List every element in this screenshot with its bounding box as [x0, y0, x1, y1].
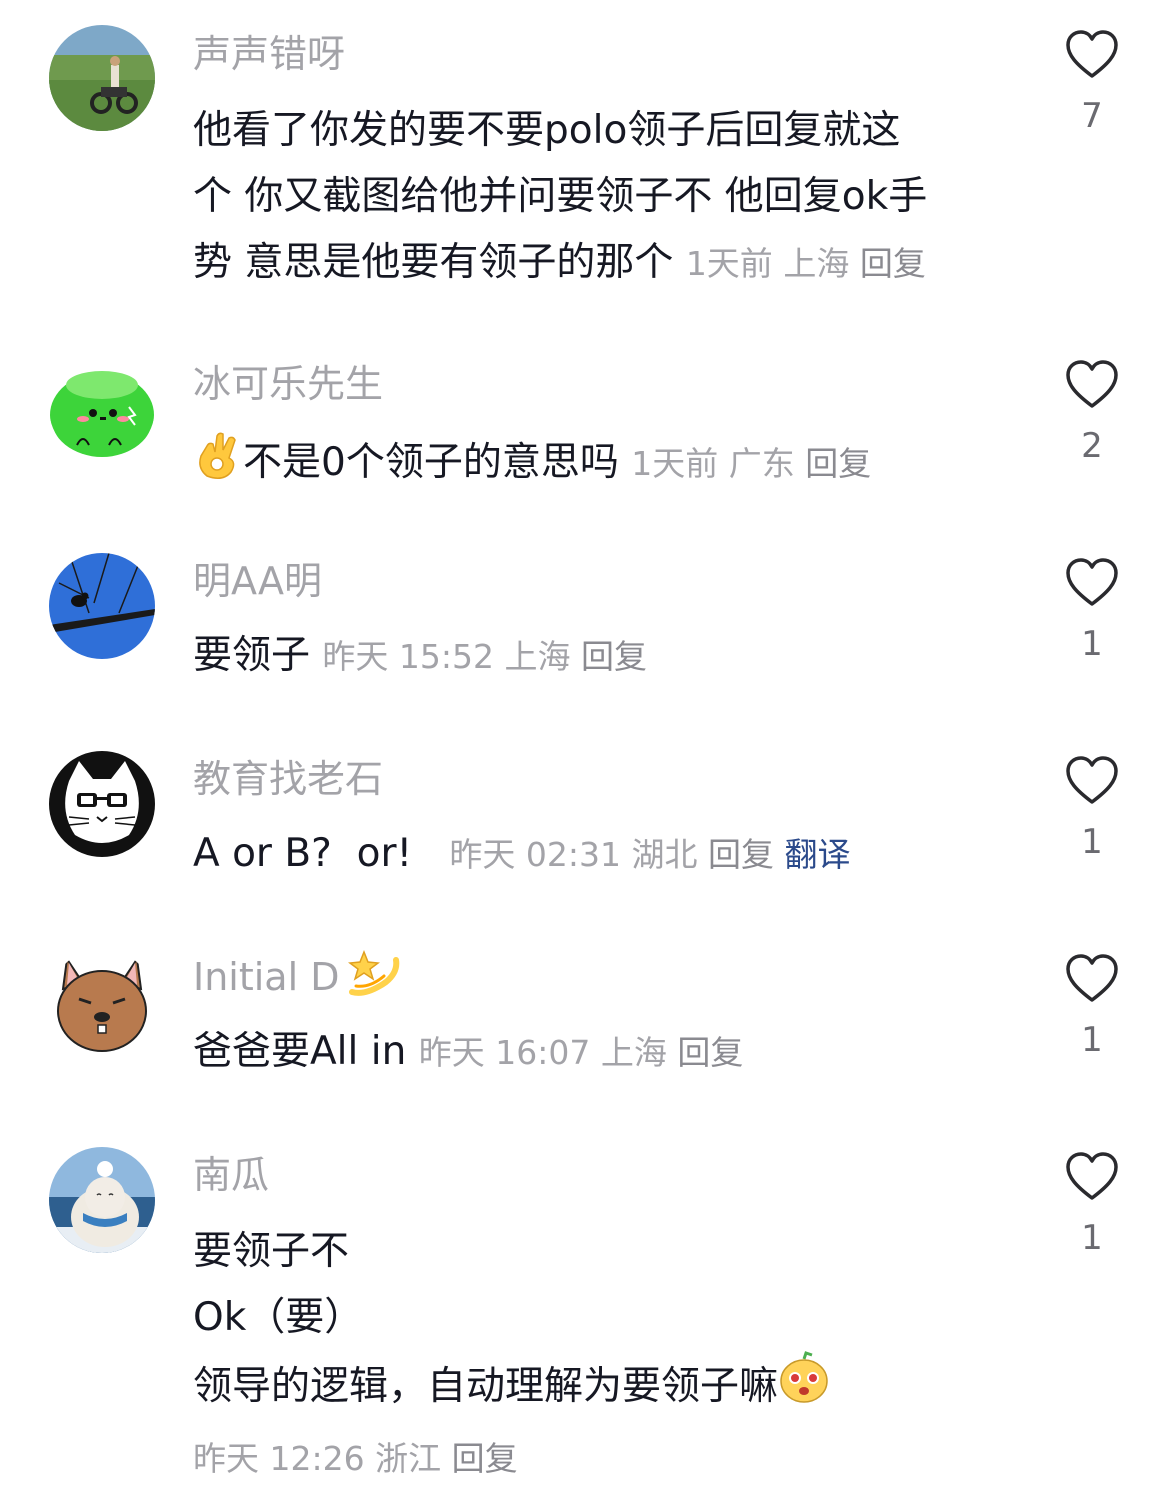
comment-location: 上海	[600, 1033, 667, 1072]
comment-time: 昨天 02:31	[449, 835, 621, 874]
like-count: 1	[1081, 1218, 1103, 1258]
like-group[interactable]: 1	[1062, 1150, 1122, 1258]
reply-button[interactable]: 回复	[581, 637, 647, 676]
like-count: 1	[1081, 624, 1103, 664]
heart-outline-icon[interactable]	[1064, 952, 1120, 1004]
like-group[interactable]: 1	[1062, 952, 1122, 1060]
reply-button[interactable]: 回复	[677, 1033, 743, 1072]
like-group[interactable]: 1	[1062, 754, 1122, 862]
username[interactable]: 南瓜	[193, 1151, 1013, 1199]
translate-button[interactable]: 翻译	[784, 835, 850, 874]
comment-location: 湖北	[631, 835, 698, 874]
comment-line-text: 要领子	[193, 633, 311, 678]
heart-outline-icon[interactable]	[1064, 754, 1120, 806]
avatar[interactable]	[49, 751, 155, 857]
comment-text: 他看了你发的要不要polo领子后回复就这 个 你又截图给他并问要领子不 他回复o…	[193, 98, 1013, 297]
dizzy-star-emoji	[346, 946, 402, 1009]
username[interactable]: 教育找老石	[193, 755, 1013, 803]
avatar[interactable]	[49, 25, 155, 131]
comment-line: 爸爸要All in 昨天 16:07 上海 回复	[193, 1019, 1013, 1086]
like-count: 7	[1081, 96, 1103, 136]
comment-location: 上海	[783, 244, 850, 283]
avatar[interactable]	[49, 949, 155, 1055]
like-group[interactable]: 2	[1062, 358, 1122, 466]
comment-line: A or B? or! 昨天 02:31 湖北 回复 翻译	[193, 821, 1013, 888]
comment-line: 不是0个领子的意思吗 1天前 广东 回复	[193, 428, 1013, 501]
comment-line: 他看了你发的要不要polo领子后回复就这	[193, 108, 901, 153]
reply-button[interactable]: 回复	[452, 1439, 518, 1478]
cute-face-sticker	[778, 1351, 830, 1426]
heart-outline-icon[interactable]	[1064, 556, 1120, 608]
comment-location: 浙江	[375, 1439, 442, 1478]
heart-outline-icon[interactable]	[1064, 358, 1120, 410]
comment-meta: 昨天 02:31 湖北 回复 翻译	[449, 835, 850, 874]
username[interactable]: Initial D	[193, 949, 1013, 1001]
like-count: 1	[1081, 1020, 1103, 1060]
like-count: 1	[1081, 822, 1103, 862]
username[interactable]: 明AA明	[193, 557, 1013, 605]
avatar[interactable]	[49, 1147, 155, 1253]
comment-time: 昨天 15:52	[322, 637, 495, 676]
comment-time: 1天前	[631, 444, 719, 483]
comment-line: Ok（要）	[193, 1295, 364, 1340]
comment-meta: 昨天 16:07 上海 回复	[419, 1033, 744, 1072]
username[interactable]: 冰可乐先生	[193, 360, 1013, 408]
like-group[interactable]: 1	[1062, 556, 1122, 664]
comment-text: 要领子 昨天 15:52 上海 回复	[193, 623, 1013, 690]
comment-text: A or B? or! 昨天 02:31 湖北 回复 翻译	[193, 821, 1013, 888]
heart-outline-icon[interactable]	[1064, 28, 1120, 80]
reply-button[interactable]: 回复	[860, 244, 926, 283]
username-text: Initial D	[193, 955, 340, 999]
comment-line: 要领子不	[193, 1229, 350, 1274]
comment-meta: 1天前 上海 回复	[686, 244, 926, 283]
comment-line: 个 你又截图给他并问要领子不 他回复ok手	[193, 174, 928, 219]
avatar[interactable]	[49, 553, 155, 659]
comment-line-text: 势 意思是他要有领子的那个	[193, 240, 674, 285]
comment-line: 要领子 昨天 15:52 上海 回复	[193, 623, 1013, 690]
comment-time: 昨天 12:26	[193, 1439, 365, 1478]
comment-time: 1天前	[685, 244, 773, 283]
reply-button[interactable]: 回复	[805, 444, 871, 483]
comment-line-text: 不是0个领子的意思吗	[243, 440, 619, 485]
comment-meta: 昨天 12:26 浙江 回复	[193, 1426, 1013, 1492]
comment-line-text: 领导的逻辑，自动理解为要领子嘛	[193, 1364, 779, 1409]
reply-button[interactable]: 回复	[708, 835, 774, 874]
username[interactable]: 声声错呀	[193, 30, 1013, 78]
like-count: 2	[1081, 426, 1103, 466]
avatar[interactable]	[49, 355, 155, 461]
heart-outline-icon[interactable]	[1064, 1150, 1120, 1202]
comment-text: 爸爸要All in 昨天 16:07 上海 回复	[193, 1019, 1013, 1086]
comment-line-text: 爸爸要All in	[193, 1029, 407, 1074]
comment-meta: 昨天 15:52 上海 回复	[322, 637, 647, 676]
comment-location: 广东	[728, 444, 795, 483]
like-group[interactable]: 7	[1062, 28, 1122, 136]
comment-line-text: A or B? or!	[193, 831, 413, 876]
comment-meta: 1天前 广东 回复	[631, 444, 871, 483]
comment-line: 势 意思是他要有领子的那个 1天前 上海 回复	[193, 230, 1013, 297]
comment-line: 领导的逻辑，自动理解为要领子嘛	[193, 1351, 1013, 1426]
comment-text: 不是0个领子的意思吗 1天前 广东 回复	[193, 428, 1013, 501]
ok-hand-emoji	[193, 428, 243, 501]
comment-text: 要领子不 Ok（要） 领导的逻辑，自动理解为要领子嘛	[193, 1219, 1013, 1426]
comment-location: 上海	[504, 637, 571, 676]
comment-time: 昨天 16:07	[418, 1033, 591, 1072]
